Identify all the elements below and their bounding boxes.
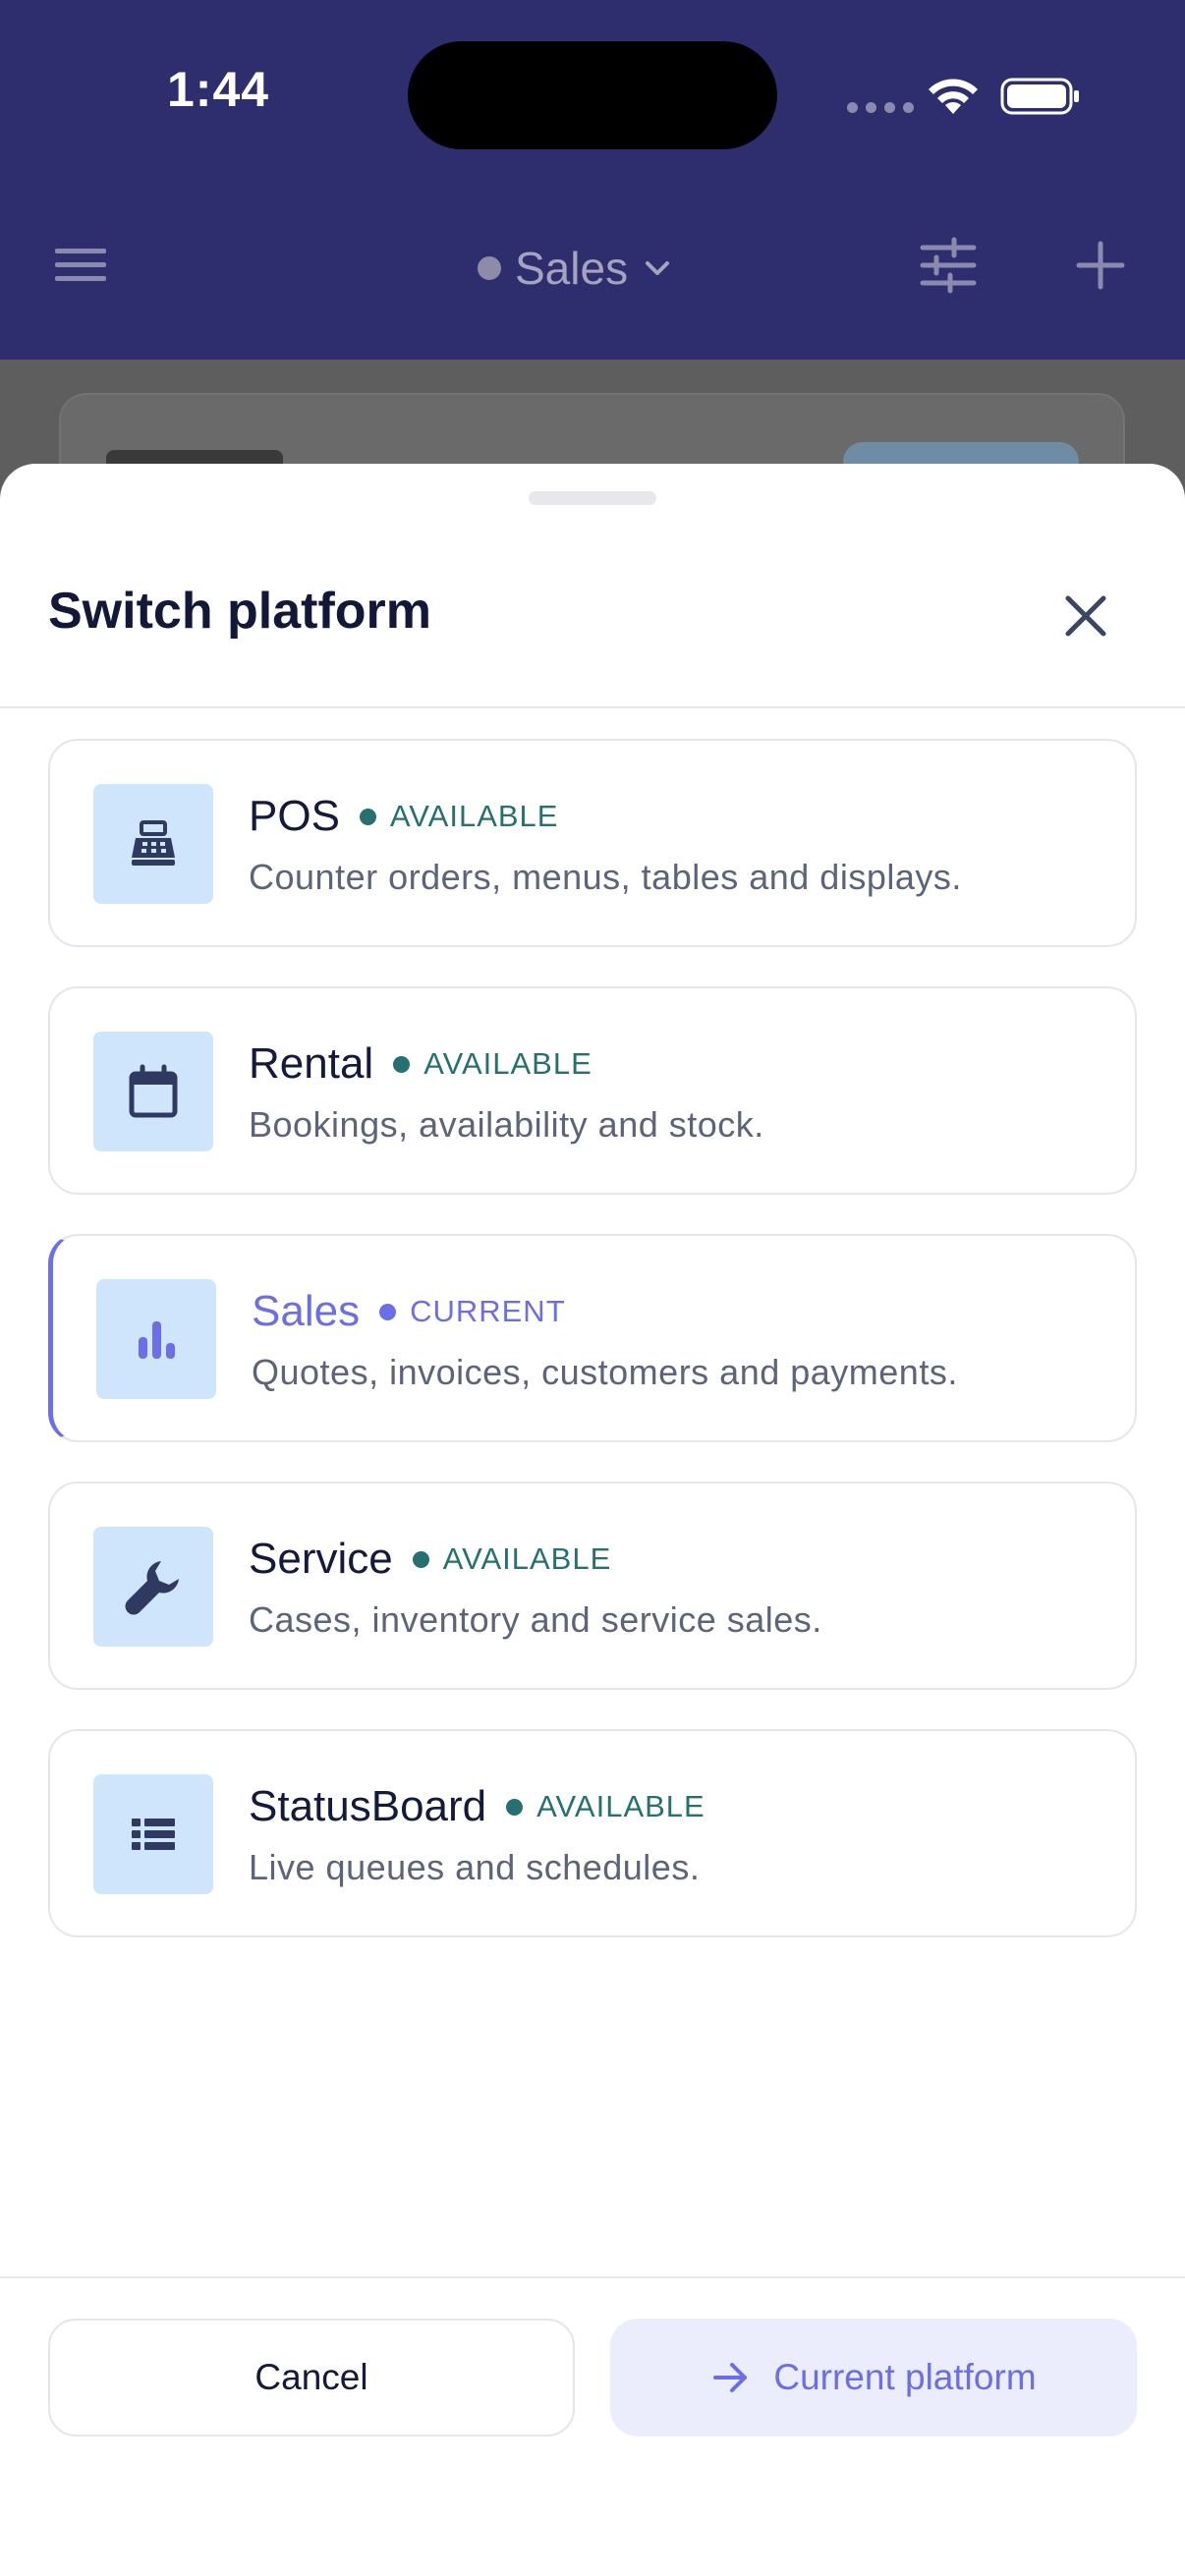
chevron-down-icon <box>646 261 670 275</box>
platform-name: StatusBoard <box>249 1782 487 1830</box>
status-dot <box>412 1550 429 1568</box>
status-badge: AVAILABLE <box>536 1789 705 1823</box>
header-title: Sales <box>515 243 629 294</box>
platform-description: Quotes, invoices, customers and payments… <box>252 1352 958 1392</box>
status-time: 1:44 <box>167 62 270 117</box>
platform-card-pos[interactable]: POS AVAILABLE Counter orders, menus, tab… <box>48 739 1137 947</box>
platform-icon-tile <box>93 784 213 904</box>
platform-description: Cases, inventory and service sales. <box>249 1599 822 1640</box>
cancel-button-label: Cancel <box>254 2357 368 2397</box>
platform-icon-tile <box>96 1279 216 1399</box>
status-dot <box>359 808 376 825</box>
status-badge: AVAILABLE <box>423 1046 592 1081</box>
status-badge: AVAILABLE <box>442 1541 612 1576</box>
platform-name: Service <box>249 1535 393 1583</box>
platform-icon-tile <box>93 1032 213 1151</box>
platform-name: Sales <box>252 1287 361 1335</box>
close-icon[interactable] <box>1056 587 1115 645</box>
divider <box>0 706 1185 708</box>
cancel-button[interactable]: Cancel <box>48 2319 575 2436</box>
platform-icon-tile <box>93 1774 213 1894</box>
status-dot <box>393 1055 411 1073</box>
sliders-icon[interactable] <box>919 236 978 295</box>
battery-icon <box>1000 78 1079 115</box>
platform-card-sales[interactable]: Sales CURRENT Quotes, invoices, customer… <box>48 1234 1137 1442</box>
status-bar: 1:44 <box>0 0 1185 187</box>
status-badge: CURRENT <box>410 1294 566 1328</box>
platform-switcher[interactable]: Sales <box>478 239 673 298</box>
platform-description: Live queues and schedules. <box>249 1847 701 1887</box>
cash-register-icon <box>132 820 175 866</box>
status-dot <box>478 256 501 280</box>
footer-divider <box>0 2276 1185 2278</box>
status-dot <box>506 1798 524 1816</box>
platform-card-service[interactable]: Service AVAILABLE Cases, inventory and s… <box>48 1482 1137 1690</box>
platform-description: Counter orders, menus, tables and displa… <box>249 857 962 897</box>
current-platform-button[interactable]: Current platform <box>610 2319 1137 2436</box>
status-badge: AVAILABLE <box>389 799 559 833</box>
current-platform-button-label: Current platform <box>773 2357 1037 2397</box>
platform-card-rental[interactable]: Rental AVAILABLE Bookings, availability … <box>48 986 1137 1195</box>
hamburger-menu-icon[interactable] <box>53 241 108 290</box>
platform-icon-tile <box>93 1527 213 1647</box>
plus-icon[interactable] <box>1071 236 1130 295</box>
top-toolbar: Sales <box>0 211 1185 319</box>
cellular-signal-icon <box>847 102 914 113</box>
status-dot <box>379 1303 397 1320</box>
sheet-drag-handle[interactable] <box>529 491 656 505</box>
list-icon <box>132 1819 175 1850</box>
wifi-icon <box>929 79 978 114</box>
platform-name: Rental <box>249 1039 374 1088</box>
sheet-title: Switch platform <box>48 583 432 640</box>
platform-name: POS <box>249 792 340 840</box>
platform-card-statusboard[interactable]: StatusBoard AVAILABLE Live queues and sc… <box>48 1729 1137 1937</box>
arrow-right-icon <box>713 2363 748 2392</box>
calendar-icon <box>129 1064 178 1118</box>
switch-platform-sheet: Switch platform POS AVAILABLE Counter or… <box>0 464 1185 2576</box>
bar-chart-icon <box>139 1321 175 1359</box>
platform-description: Bookings, availability and stock. <box>249 1104 764 1145</box>
wrench-icon <box>125 1561 179 1615</box>
app-header: 1:44 Sales <box>0 0 1185 360</box>
dynamic-island <box>408 41 777 149</box>
